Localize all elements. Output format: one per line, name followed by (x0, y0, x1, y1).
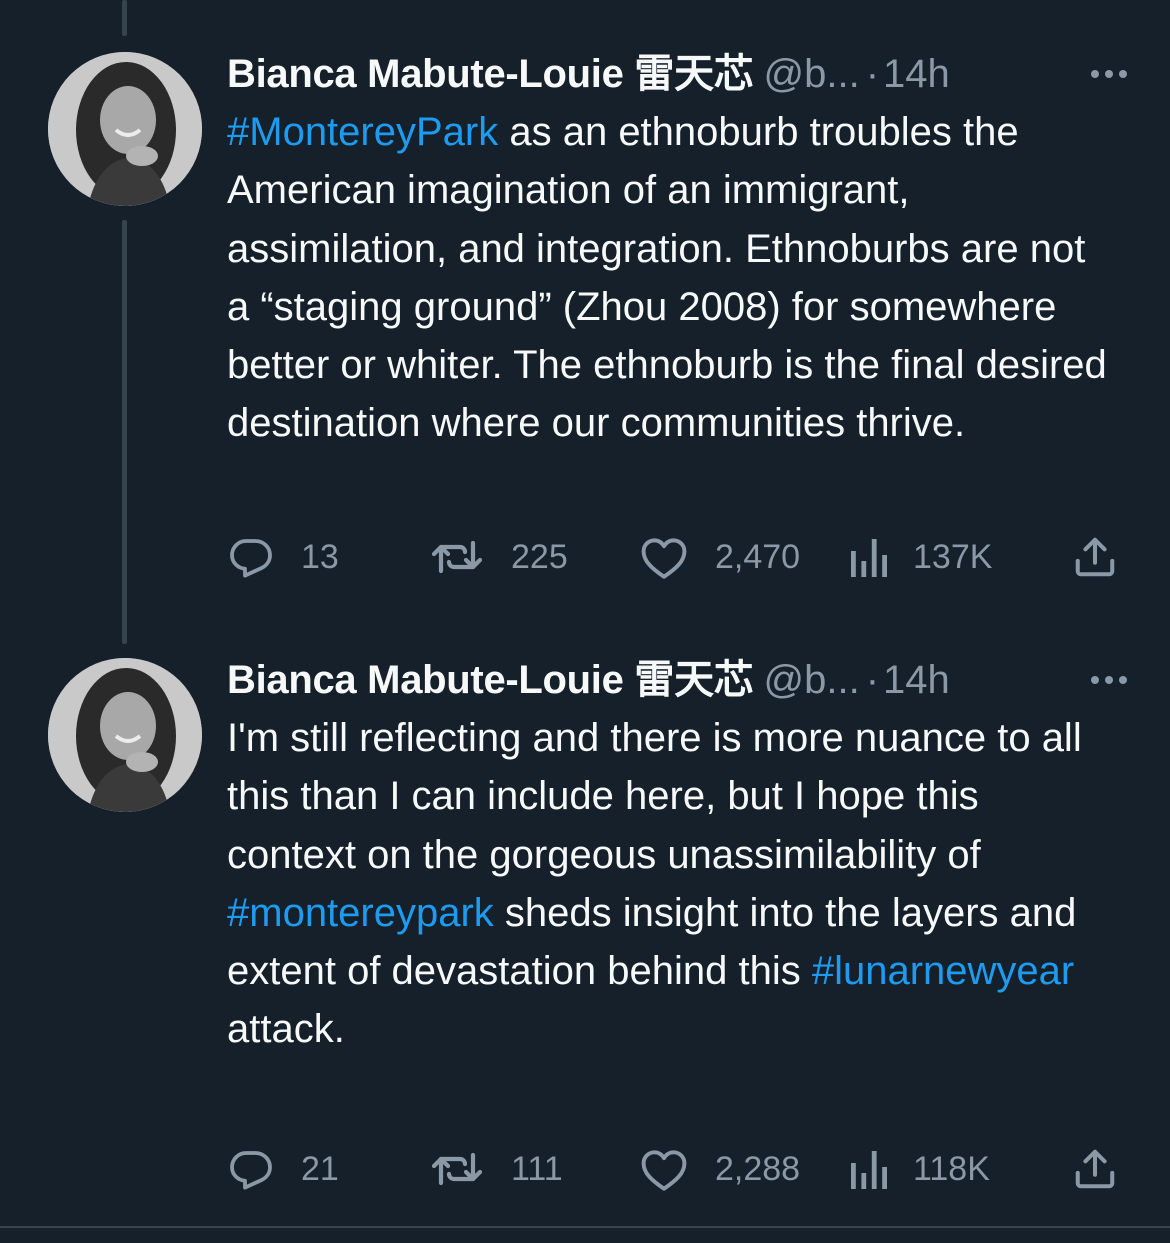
retweet-button[interactable]: 225 (429, 527, 568, 587)
tweet-actions: 21 111 2,288 118K (227, 1139, 1127, 1199)
share-button[interactable] (1072, 527, 1118, 587)
reply-count: 21 (301, 1149, 339, 1188)
timestamp[interactable]: 14h (883, 658, 950, 702)
retweet-button[interactable]: 111 (429, 1139, 563, 1199)
like-count: 2,470 (715, 537, 801, 576)
like-button[interactable]: 2,470 (639, 527, 800, 587)
tweet-text-segment: as an ethnoburb troubles the American im… (227, 110, 1107, 446)
like-count: 2,288 (715, 1149, 801, 1188)
bar-chart-icon (851, 539, 887, 577)
tweet-text-segment: attack. (227, 1007, 345, 1052)
views-button[interactable]: 118K (849, 1139, 990, 1199)
retweet-count: 111 (511, 1149, 563, 1188)
divider (0, 1226, 1170, 1228)
thread-connector (122, 220, 127, 644)
share-button[interactable] (1072, 1139, 1118, 1199)
speech-bubble-icon (230, 539, 272, 578)
avatar[interactable] (48, 658, 202, 812)
tweet-actions: 13 225 2,470 137K (227, 527, 1127, 587)
tweet-header: Bianca Mabute-Louie 雷天芯 @b... · 14h (227, 45, 1127, 103)
bar-chart-icon (851, 1151, 887, 1189)
tweet-text: I'm still reflecting and there is more n… (227, 709, 1117, 1059)
reply-button[interactable]: 21 (227, 1139, 339, 1199)
share-upload-icon (1075, 1149, 1115, 1189)
heart-outline-icon (641, 1150, 687, 1191)
views-button[interactable]: 137K (849, 527, 992, 587)
hashtag-link[interactable]: #montereypark (227, 891, 494, 935)
author-handle[interactable]: @b... (763, 52, 859, 96)
timestamp[interactable]: 14h (883, 52, 950, 96)
retweet-count: 225 (511, 537, 568, 576)
separator-dot: · (865, 52, 880, 96)
thread-connector-top (122, 0, 127, 36)
retweet-arrows-icon (431, 1152, 483, 1186)
avatar[interactable] (48, 52, 202, 206)
view-count: 118K (913, 1149, 990, 1188)
view-count: 137K (913, 537, 993, 576)
reply-button[interactable]: 13 (227, 527, 339, 587)
share-upload-icon (1075, 537, 1115, 577)
retweet-arrows-icon (431, 540, 483, 574)
reply-count: 13 (301, 537, 339, 576)
heart-outline-icon (641, 538, 687, 579)
like-button[interactable]: 2,288 (639, 1139, 800, 1199)
hashtag-link[interactable]: #MontereyPark (227, 110, 498, 154)
tweet-text: #MontereyPark as an ethnoburb troubles t… (227, 103, 1117, 453)
more-options-icon[interactable] (1067, 651, 1127, 709)
author-name[interactable]: Bianca Mabute-Louie 雷天芯 (227, 658, 754, 702)
author-handle[interactable]: @b... (763, 658, 859, 702)
author-name[interactable]: Bianca Mabute-Louie 雷天芯 (227, 52, 754, 96)
more-options-icon[interactable] (1067, 45, 1127, 103)
separator-dot: · (865, 658, 880, 702)
tweet-header: Bianca Mabute-Louie 雷天芯 @b... · 14h (227, 651, 1127, 709)
hashtag-link[interactable]: #lunarnewyear (812, 949, 1074, 993)
speech-bubble-icon (230, 1151, 272, 1190)
tweet-text-segment: I'm still reflecting and there is more n… (227, 716, 1082, 877)
